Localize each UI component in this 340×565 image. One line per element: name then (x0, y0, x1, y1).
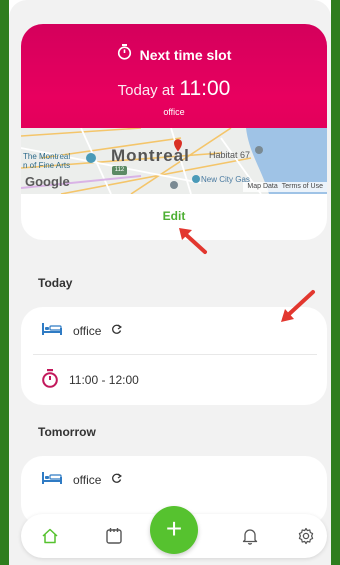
home-icon (42, 528, 58, 544)
sync-icon (111, 324, 123, 338)
bell-icon (242, 529, 258, 545)
sync-icon (111, 473, 123, 487)
gear-icon (298, 527, 314, 545)
section-tomorrow-heading: Tomorrow (38, 425, 96, 439)
today-location-label: office (73, 323, 102, 338)
device-frame-left (0, 0, 9, 565)
stopwatch-icon (117, 44, 132, 65)
tomorrow-location-label: office (73, 472, 102, 487)
annotation-arrow-icon (179, 228, 207, 254)
nav-home-button[interactable] (39, 525, 61, 547)
next-slot-time: 11:00 (179, 77, 231, 100)
app-screen: Next time slot Today at 11:00 office The… (9, 0, 331, 565)
next-slot-place: office (163, 107, 185, 117)
next-slot-title: Next time slot (139, 46, 232, 63)
google-logo: Google (25, 174, 70, 189)
map-label-city: Montreal (111, 146, 190, 165)
next-slot-day: Today at (117, 82, 175, 99)
today-time-range: 11:00 - 12:00 (69, 373, 139, 387)
map-terms-link[interactable]: Terms of Use (282, 183, 323, 191)
section-today-heading: Today (38, 276, 73, 290)
map-attribution: Map Data Terms of Use (243, 182, 327, 192)
map-data-link[interactable]: Map Data (247, 183, 277, 191)
add-slot-button[interactable]: + (150, 506, 198, 554)
map-label-museum: The Montreal n of Fine Arts (23, 152, 71, 170)
stopwatch-icon (41, 369, 59, 391)
bed-icon (41, 471, 63, 488)
annotation-arrow-icon (281, 290, 315, 322)
edit-button[interactable]: Edit (21, 209, 327, 223)
calendar-icon (106, 528, 122, 544)
location-map[interactable]: The Montreal n of Fine Arts Montreal Hab… (21, 128, 327, 194)
today-time-row[interactable]: 11:00 - 12:00 (21, 355, 327, 405)
next-slot-header: Next time slot Today at 11:00 office (21, 24, 327, 128)
device-frame-right (331, 0, 340, 565)
map-label-habitat: Habitat 67 (209, 150, 251, 160)
tomorrow-location-row[interactable]: office (21, 456, 327, 503)
next-slot-card: Next time slot Today at 11:00 office The… (21, 24, 327, 240)
plus-icon: + (165, 513, 183, 544)
nav-notifications-button[interactable] (239, 525, 261, 547)
nav-settings-button[interactable] (295, 525, 317, 547)
map-road-badge: 112 (112, 166, 127, 175)
nav-calendar-button[interactable] (103, 525, 125, 547)
bed-icon (41, 322, 63, 339)
